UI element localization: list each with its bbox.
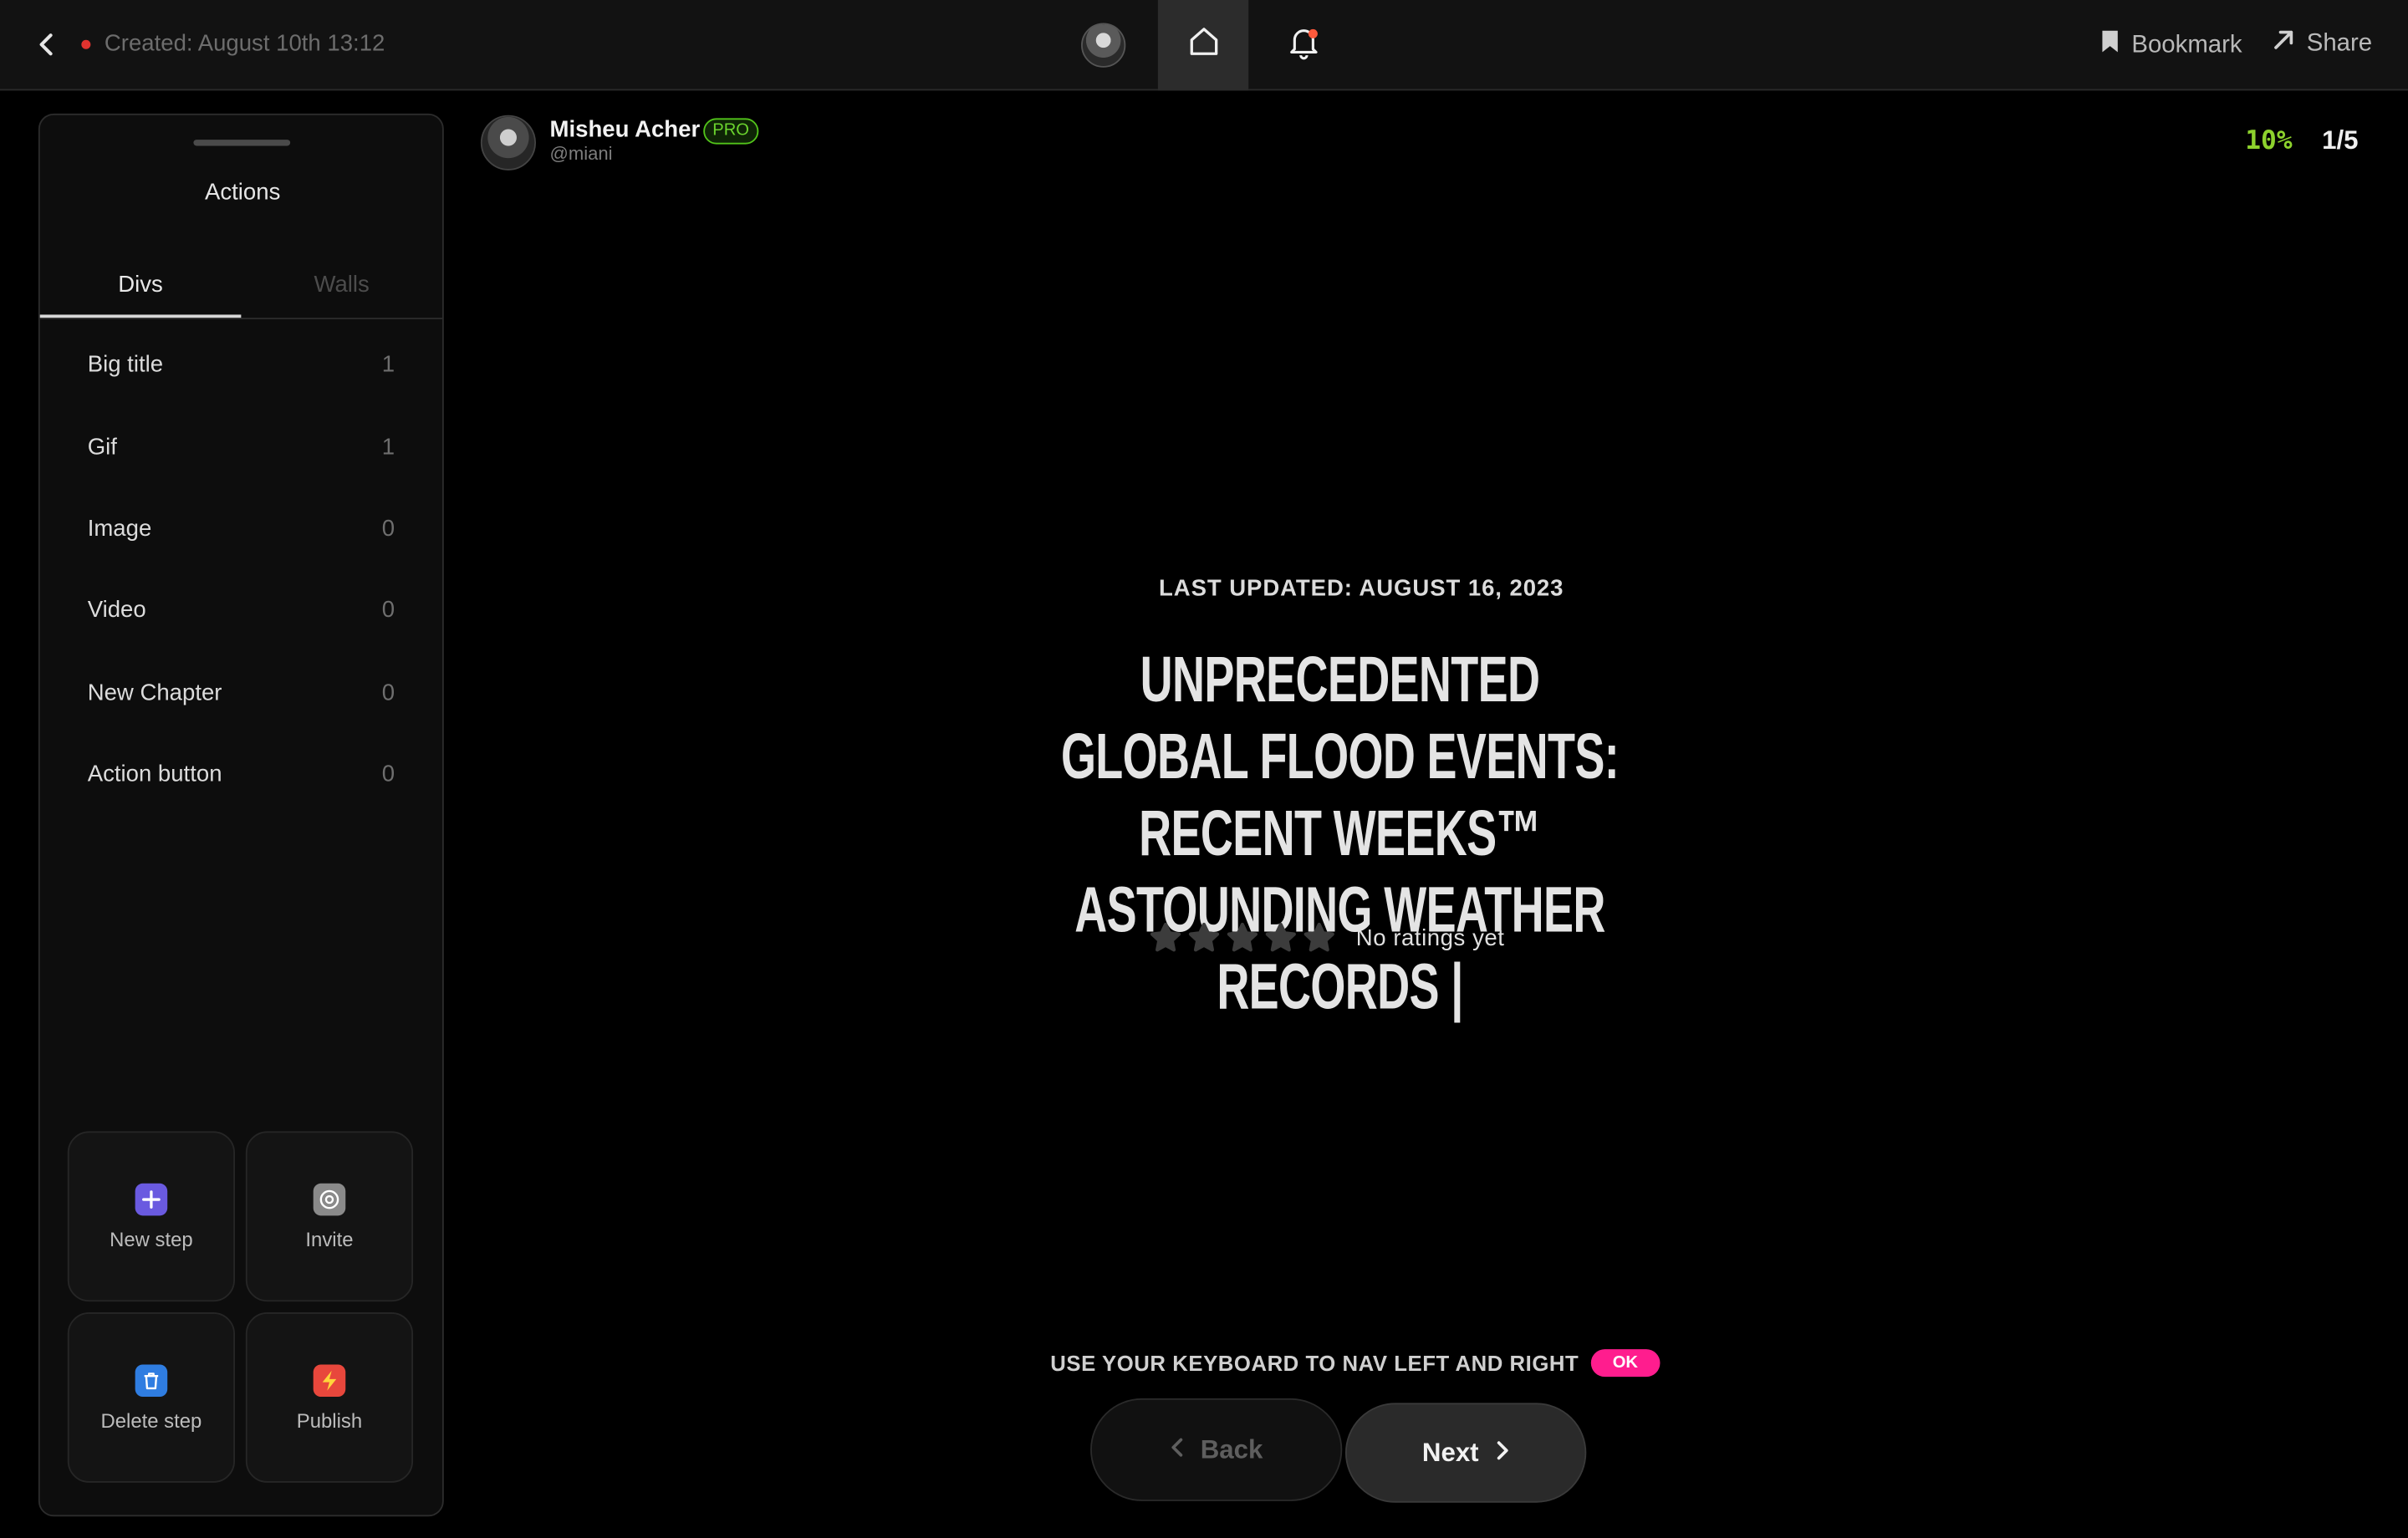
back-arrow-icon[interactable] (33, 29, 61, 60)
sidebar-title: Actions (204, 179, 281, 206)
sidebar-item-label: Video (87, 597, 146, 624)
new-step-button[interactable]: New step (67, 1131, 236, 1302)
star-rating[interactable] (1149, 921, 1336, 955)
keyboard-hint-text: USE YOUR KEYBOARD TO NAV LEFT AND RIGHT (1050, 1350, 1579, 1376)
top-bar: Created: August 10th 13:12 Bookmark Shar… (0, 0, 2408, 91)
next-button[interactable]: Next (1344, 1403, 1587, 1503)
back-label: Back (1200, 1434, 1263, 1464)
sidebar-item-label: New Chapter (87, 680, 222, 706)
invite-label: Invite (305, 1227, 354, 1250)
notifications-button[interactable] (1274, 18, 1333, 74)
sidebar-item-image[interactable]: Image 0 (40, 488, 442, 570)
sidebar-item-video[interactable]: Video 0 (40, 570, 442, 652)
ok-badge[interactable]: OK (1590, 1349, 1660, 1378)
recording-dot-icon (81, 39, 91, 49)
new-step-label: New step (110, 1227, 193, 1250)
sidebar-item-big-title[interactable]: Big title 1 (40, 323, 442, 405)
sidebar-item-label: Gif (87, 433, 117, 461)
bolt-icon (313, 1363, 346, 1397)
sidebar-item-action-button[interactable]: Action button 0 (40, 734, 442, 816)
sidebar-tabs: Divs Walls (39, 262, 442, 319)
share-label: Share (2306, 29, 2373, 57)
actions-sidebar: Actions Divs Walls Big title 1 Gif 1 Ima… (38, 113, 444, 1517)
invite-button[interactable]: Invite (245, 1131, 414, 1302)
author-avatar[interactable] (480, 115, 537, 171)
bookmark-label: Bookmark (2131, 31, 2242, 58)
rating-widget: No ratings yet (1149, 921, 1505, 955)
publish-label: Publish (296, 1408, 363, 1432)
sidebar-item-count: 0 (381, 515, 395, 542)
sidebar-item-count: 1 (381, 433, 395, 461)
app-window: Created: August 10th 13:12 Bookmark Shar… (0, 0, 2408, 1538)
divs-list: Big title 1 Gif 1 Image 0 Video 0 New Ch… (40, 323, 442, 815)
action-grid: New step Invite Delete step Publish (67, 1131, 415, 1483)
tab-divs[interactable]: Divs (39, 262, 242, 318)
star-icon[interactable] (1226, 921, 1259, 955)
chevron-right-icon (1494, 1438, 1509, 1469)
invite-icon (313, 1182, 346, 1215)
keyboard-hint: USE YOUR KEYBOARD TO NAV LEFT AND RIGHT … (1050, 1349, 1660, 1378)
tab-walls[interactable]: Walls (241, 262, 442, 318)
delete-step-button[interactable]: Delete step (67, 1312, 236, 1483)
star-icon[interactable] (1149, 921, 1182, 955)
sidebar-item-label: Image (87, 515, 152, 542)
chevron-left-icon (1170, 1434, 1185, 1465)
sidebar-item-gif[interactable]: Gif 1 (40, 406, 442, 488)
home-icon (1186, 24, 1220, 66)
sidebar-item-count: 0 (381, 597, 395, 624)
author-handle: @miani (549, 142, 613, 165)
nav-avatar[interactable] (1081, 23, 1126, 68)
star-icon[interactable] (1187, 921, 1221, 955)
last-updated-date: LAST UPDATED: AUGUST 16, 2023 (1159, 575, 1564, 602)
story-headline[interactable]: UNPRECEDENTED GLOBAL FLOOD EVENTS: RECEN… (1047, 642, 1633, 1026)
created-timestamp: Created: August 10th 13:12 (104, 30, 385, 57)
pro-badge: PRO (703, 118, 759, 145)
sidebar-item-new-chapter[interactable]: New Chapter 0 (40, 652, 442, 734)
back-button[interactable]: Back (1090, 1398, 1343, 1501)
notification-dot-icon (1308, 28, 1318, 38)
plus-icon (135, 1182, 168, 1215)
star-icon[interactable] (1264, 921, 1298, 955)
bookmark-button[interactable]: Bookmark (2099, 28, 2242, 63)
home-button[interactable] (1157, 0, 1249, 91)
sidebar-item-count: 1 (381, 351, 395, 379)
trash-icon (135, 1363, 168, 1397)
progress-percent: 10% (2245, 125, 2293, 157)
share-arrow-icon (2271, 28, 2295, 60)
next-label: Next (1421, 1437, 1479, 1467)
star-icon[interactable] (1303, 921, 1336, 955)
delete-step-label: Delete step (100, 1408, 202, 1432)
step-counter: 1/5 (2322, 125, 2359, 155)
sidebar-item-label: Action button (87, 761, 222, 788)
bookmark-icon (2099, 28, 2121, 63)
publish-button[interactable]: Publish (245, 1312, 414, 1483)
share-button[interactable]: Share (2271, 28, 2372, 60)
sidebar-item-count: 0 (381, 761, 395, 788)
drag-handle[interactable] (193, 140, 291, 146)
sidebar-item-count: 0 (381, 680, 395, 706)
author-name[interactable]: Misheu Acher (550, 117, 701, 143)
sidebar-item-label: Big title (87, 351, 164, 379)
rating-text: No ratings yet (1355, 924, 1505, 951)
